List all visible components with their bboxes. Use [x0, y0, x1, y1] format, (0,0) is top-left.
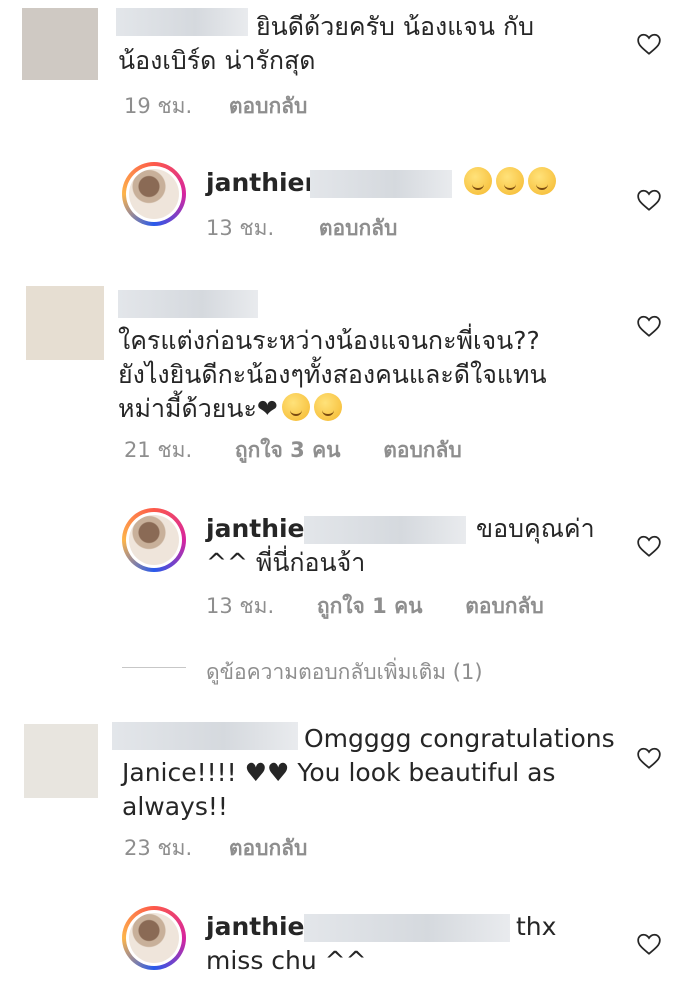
comment-text: Janice!!!! ♥♥ You look beautiful as	[122, 758, 556, 787]
timestamp: 19 ชม.	[124, 94, 193, 118]
avatar[interactable]	[122, 162, 186, 226]
comment-meta: 19 ชม. ตอบกลับ	[124, 90, 307, 123]
redacted-mention	[304, 914, 510, 942]
heart-outline-icon[interactable]	[636, 314, 662, 338]
comment-meta: 21 ชม. ถูกใจ 3 คน ตอบกลับ	[124, 434, 462, 467]
reply-meta: 13 ชม. ถูกใจ 1 คน ตอบกลับ	[206, 590, 544, 623]
reply-button[interactable]: ตอบกลับ	[383, 438, 462, 462]
smiley-emoji-icon	[281, 393, 310, 421]
smiley-emoji-icon	[313, 393, 342, 421]
avatar[interactable]	[122, 508, 186, 572]
divider-line	[122, 667, 186, 668]
avatar[interactable]	[22, 8, 98, 80]
timestamp: 13 ชม.	[206, 594, 275, 618]
reply-text: ^^ พี่นี่ก่อนจ้า	[206, 548, 366, 577]
comment-text: น้องเบิร์ด น่ารักสุด	[118, 46, 316, 75]
emoji-row	[460, 166, 556, 200]
reply-text: miss chu ^^	[206, 946, 367, 975]
likes-count[interactable]: ถูกใจ 3 คน	[235, 438, 341, 462]
redacted-username	[116, 8, 248, 36]
redacted-username	[118, 290, 258, 318]
avatar[interactable]	[24, 724, 98, 798]
comment-text: ใครแต่งก่อนระหว่างน้องแจนกะพี่เจน??	[118, 326, 540, 355]
reply-text: ขอบคุณค่า	[476, 514, 595, 543]
timestamp: 23 ชม.	[124, 836, 193, 860]
likes-count[interactable]: ถูกใจ 1 คน	[317, 594, 423, 618]
comment-text: ยังไงยินดีกะน้องๆทั้งสองคนและดีใจแทน	[118, 360, 547, 389]
smiley-emoji-icon	[528, 167, 556, 195]
comment-text: ยินดีด้วยครับ น้องแจน กับ	[256, 12, 534, 41]
smiley-emoji-icon	[464, 167, 492, 195]
view-more-replies-link[interactable]: ดูข้อความตอบกลับเพิ่มเติม (1)	[206, 656, 483, 689]
timestamp: 21 ชม.	[124, 438, 193, 462]
comment-text: always!!	[122, 792, 228, 821]
reply-meta: 13 ชม. ตอบกลับ	[206, 212, 397, 245]
reply-button[interactable]: ตอบกลับ	[229, 836, 308, 860]
redacted-mention	[310, 170, 452, 198]
username[interactable]: janthien	[206, 168, 322, 197]
reply-text: thx	[516, 912, 557, 941]
reply-button[interactable]: ตอบกลับ	[319, 216, 398, 240]
comment-meta: 23 ชม. ตอบกลับ	[124, 832, 307, 865]
reply-text: janthien	[206, 166, 322, 200]
reply-button[interactable]: ตอบกลับ	[229, 94, 308, 118]
heart-outline-icon[interactable]	[636, 32, 662, 56]
comment-text: หม่ามี้ด้วยนะ❤	[118, 392, 342, 426]
comment-text: Omgggg congratulations	[304, 724, 615, 753]
heart-outline-icon[interactable]	[636, 932, 662, 956]
timestamp: 13 ชม.	[206, 216, 275, 240]
redacted-mention	[304, 516, 466, 544]
heart-outline-icon[interactable]	[636, 534, 662, 558]
reply-button[interactable]: ตอบกลับ	[465, 594, 544, 618]
heart-outline-icon[interactable]	[636, 188, 662, 212]
avatar[interactable]	[122, 906, 186, 970]
smiley-emoji-icon	[496, 167, 524, 195]
heart-outline-icon[interactable]	[636, 746, 662, 770]
avatar[interactable]	[26, 286, 104, 360]
redacted-username	[112, 722, 298, 750]
